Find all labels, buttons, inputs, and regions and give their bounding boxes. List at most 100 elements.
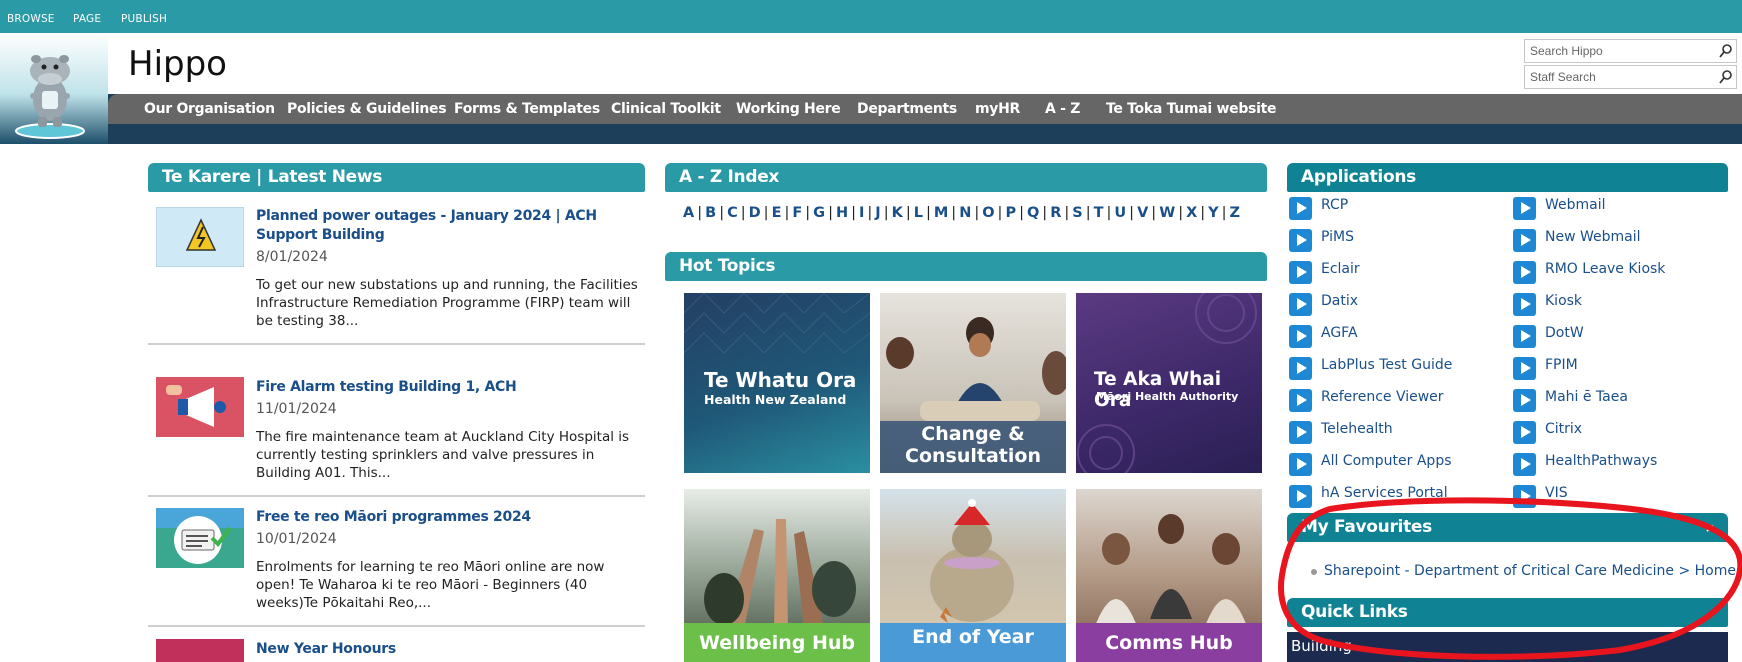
- az-letter-j[interactable]: J: [875, 205, 880, 221]
- app-link[interactable]: Webmail: [1545, 197, 1606, 213]
- app-link[interactable]: Citrix: [1545, 421, 1582, 437]
- ribbon-browse-tab[interactable]: BROWSE: [7, 13, 55, 25]
- az-letter-n[interactable]: N: [959, 205, 971, 221]
- az-letter-w[interactable]: W: [1159, 205, 1175, 221]
- az-letter-s[interactable]: S: [1072, 205, 1082, 221]
- az-letter-q[interactable]: Q: [1027, 205, 1039, 221]
- news-thumbnail[interactable]: [156, 377, 244, 437]
- nav-departments[interactable]: Departments: [857, 101, 957, 117]
- app-link[interactable]: Eclair: [1321, 261, 1360, 277]
- az-letter-y[interactable]: Y: [1208, 205, 1219, 221]
- app-launch-icon[interactable]: [1513, 229, 1536, 252]
- app-link[interactable]: Mahi ē Taea: [1545, 389, 1628, 405]
- app-link[interactable]: LabPlus Test Guide: [1321, 357, 1452, 373]
- nav-our-organisation[interactable]: Our Organisation: [144, 101, 275, 117]
- az-letter-c[interactable]: C: [727, 205, 738, 221]
- app-link[interactable]: hA Services Portal: [1321, 485, 1448, 501]
- news-title[interactable]: New Year Honours: [256, 640, 626, 659]
- app-launch-icon[interactable]: [1513, 293, 1536, 316]
- ribbon-page-tab[interactable]: PAGE: [73, 13, 101, 25]
- az-letter-f[interactable]: F: [792, 205, 802, 221]
- app-launch-icon[interactable]: [1289, 389, 1312, 412]
- app-link[interactable]: FPIM: [1545, 357, 1578, 373]
- quick-links-banner[interactable]: Building: [1287, 632, 1728, 662]
- tile-end-of-year[interactable]: End of Year: [880, 489, 1066, 662]
- app-launch-icon[interactable]: [1289, 229, 1312, 252]
- nav-working-here[interactable]: Working Here: [736, 101, 841, 117]
- tile-change-consultation[interactable]: Change & Consultation: [880, 293, 1066, 473]
- az-letter-o[interactable]: O: [982, 205, 994, 221]
- news-title[interactable]: Planned power outages - January 2024 | A…: [256, 207, 626, 245]
- ribbon-publish-tab[interactable]: PUBLISH: [121, 13, 167, 25]
- app-launch-icon[interactable]: [1289, 261, 1312, 284]
- app-link[interactable]: RCP: [1321, 197, 1348, 213]
- site-title[interactable]: Hippo: [128, 44, 227, 84]
- az-letter-r[interactable]: R: [1050, 205, 1061, 221]
- app-launch-icon[interactable]: [1513, 325, 1536, 348]
- app-launch-icon[interactable]: [1513, 453, 1536, 476]
- news-title[interactable]: Fire Alarm testing Building 1, ACH: [256, 378, 626, 397]
- nav-forms-templates[interactable]: Forms & Templates: [454, 101, 600, 117]
- news-thumbnail[interactable]: [156, 508, 244, 568]
- nav-myhr[interactable]: myHR: [975, 101, 1020, 117]
- az-letter-g[interactable]: G: [813, 205, 825, 221]
- app-launch-icon[interactable]: [1513, 261, 1536, 284]
- tile-te-aka-whai-ora[interactable]: Te Aka Whai Ora Māori Health Authority: [1076, 293, 1262, 473]
- app-link[interactable]: RMO Leave Kiosk: [1545, 261, 1665, 277]
- app-launch-icon[interactable]: [1289, 325, 1312, 348]
- az-letter-i[interactable]: I: [859, 205, 864, 221]
- app-launch-icon[interactable]: [1289, 197, 1312, 220]
- news-title[interactable]: Free te reo Māori programmes 2024: [256, 508, 626, 527]
- app-link[interactable]: Telehealth: [1321, 421, 1393, 437]
- app-link[interactable]: Reference Viewer: [1321, 389, 1444, 405]
- az-letter-d[interactable]: D: [749, 205, 761, 221]
- az-letter-h[interactable]: H: [836, 205, 848, 221]
- tile-wellbeing-hub[interactable]: Wellbeing Hub: [684, 489, 870, 662]
- app-launch-icon[interactable]: [1289, 357, 1312, 380]
- app-link[interactable]: DotW: [1545, 325, 1584, 341]
- app-link[interactable]: Datix: [1321, 293, 1358, 309]
- az-letter-b[interactable]: B: [705, 205, 716, 221]
- az-letter-k[interactable]: K: [892, 205, 903, 221]
- staff-search-input[interactable]: [1525, 66, 1715, 88]
- app-launch-icon[interactable]: [1513, 389, 1536, 412]
- nav-te-toka-tumai[interactable]: Te Toka Tumai website: [1106, 101, 1276, 117]
- app-link[interactable]: New Webmail: [1545, 229, 1641, 245]
- nav-a-z[interactable]: A - Z: [1045, 101, 1080, 117]
- app-launch-icon[interactable]: [1513, 421, 1536, 444]
- app-launch-icon[interactable]: [1513, 485, 1536, 508]
- app-link[interactable]: HealthPathways: [1545, 453, 1657, 469]
- app-launch-icon[interactable]: [1289, 293, 1312, 316]
- app-launch-icon[interactable]: [1289, 453, 1312, 476]
- nav-policies-guidelines[interactable]: Policies & Guidelines: [287, 101, 447, 117]
- search-icon[interactable]: [1718, 69, 1734, 85]
- tile-te-whatu-ora[interactable]: Te Whatu Ora Health New Zealand: [684, 293, 870, 473]
- search-icon[interactable]: [1718, 43, 1734, 59]
- app-launch-icon[interactable]: [1513, 357, 1536, 380]
- az-letter-e[interactable]: E: [772, 205, 782, 221]
- nav-clinical-toolkit[interactable]: Clinical Toolkit: [611, 101, 721, 117]
- az-letter-l[interactable]: L: [914, 205, 923, 221]
- app-link[interactable]: VIS: [1545, 485, 1568, 501]
- app-launch-icon[interactable]: [1289, 485, 1312, 508]
- az-letter-z[interactable]: Z: [1230, 205, 1241, 221]
- az-letter-p[interactable]: P: [1005, 205, 1016, 221]
- chevron-up-icon[interactable]: [1706, 524, 1718, 532]
- az-letter-t[interactable]: T: [1094, 205, 1104, 221]
- az-letter-x[interactable]: X: [1186, 205, 1197, 221]
- app-link[interactable]: Kiosk: [1545, 293, 1582, 309]
- app-link[interactable]: PiMS: [1321, 229, 1354, 245]
- az-letter-u[interactable]: U: [1114, 205, 1126, 221]
- news-thumbnail[interactable]: [156, 207, 244, 267]
- favourite-link[interactable]: Sharepoint - Department of Critical Care…: [1324, 563, 1736, 579]
- app-link[interactable]: All Computer Apps: [1321, 453, 1452, 469]
- tile-comms-hub[interactable]: Comms Hub: [1076, 489, 1262, 662]
- app-launch-icon[interactable]: [1289, 421, 1312, 444]
- app-link[interactable]: AGFA: [1321, 325, 1358, 341]
- az-letter-v[interactable]: V: [1137, 205, 1148, 221]
- app-launch-icon[interactable]: [1513, 197, 1536, 220]
- hippo-logo[interactable]: [0, 33, 108, 144]
- news-thumbnail[interactable]: [156, 639, 244, 662]
- az-letter-m[interactable]: M: [934, 205, 948, 221]
- search-hippo-input[interactable]: [1525, 40, 1715, 62]
